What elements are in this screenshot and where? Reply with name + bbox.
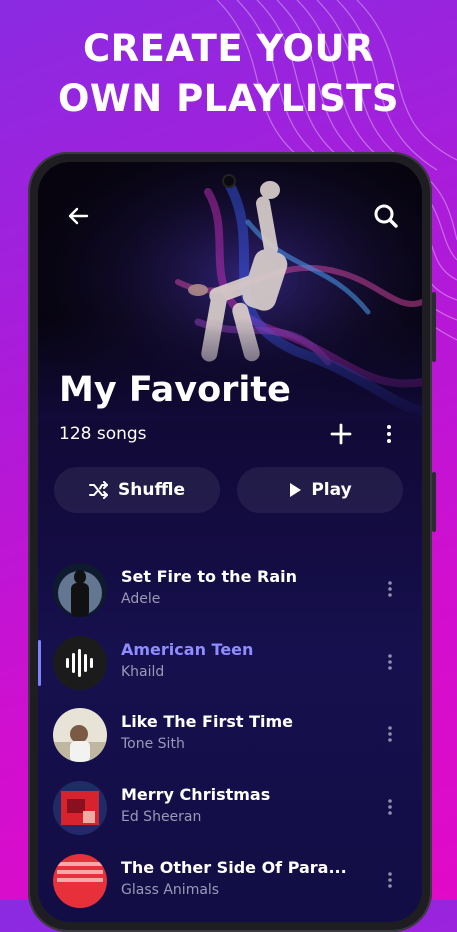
song-artist: Khaild — [121, 664, 165, 680]
playlist-title: My Favorite — [59, 370, 291, 410]
promo-headline: CREATE YOUR OWN PLAYLISTS — [0, 24, 457, 124]
song-more-button[interactable] — [380, 719, 400, 749]
search-button[interactable] — [370, 200, 402, 232]
arrow-left-icon — [68, 207, 89, 225]
phone-frame: My Favorite 128 songs Shuffle Play Set F… — [28, 152, 436, 932]
playlist-more-button[interactable] — [373, 418, 405, 450]
song-title: Set Fire to the Rain — [121, 567, 297, 586]
more-vertical-icon — [388, 799, 392, 815]
search-icon — [374, 204, 398, 228]
list-item[interactable]: Merry Christmas Ed Sheeran — [38, 777, 422, 839]
album-art — [53, 636, 107, 690]
play-label: Play — [311, 480, 352, 500]
list-item-now-playing[interactable]: American Teen Khaild — [38, 632, 422, 694]
list-item[interactable]: Set Fire to the Rain Adele — [38, 559, 422, 621]
promo-line-2: OWN PLAYLISTS — [57, 77, 400, 120]
song-artist: Adele — [121, 591, 161, 607]
shuffle-button[interactable]: Shuffle — [54, 467, 220, 513]
list-item[interactable]: The Other Side Of Para... Glass Animals — [38, 850, 422, 912]
song-more-button[interactable] — [380, 574, 400, 604]
more-vertical-icon — [388, 872, 392, 888]
song-title: The Other Side Of Para... — [121, 858, 347, 877]
song-more-button[interactable] — [380, 865, 400, 895]
song-more-button[interactable] — [380, 792, 400, 822]
play-button[interactable]: Play — [237, 467, 403, 513]
song-artist: Glass Animals — [121, 882, 220, 898]
shuffle-label: Shuffle — [118, 480, 185, 500]
more-vertical-icon — [388, 654, 392, 670]
song-artist: Tone Sith — [121, 736, 185, 752]
song-title: American Teen — [121, 640, 254, 659]
now-playing-indicator — [38, 640, 41, 686]
song-more-button[interactable] — [380, 647, 400, 677]
list-item[interactable]: Like The First Time Tone Sith — [38, 704, 422, 766]
app-screen: My Favorite 128 songs Shuffle Play Set F… — [38, 162, 422, 922]
front-camera — [222, 174, 236, 188]
song-title: Like The First Time — [121, 712, 294, 731]
album-art — [53, 563, 107, 617]
song-title: Merry Christmas — [121, 785, 271, 804]
power-button — [432, 292, 436, 362]
volume-button — [432, 472, 436, 532]
add-song-button[interactable] — [325, 418, 357, 450]
back-button[interactable] — [62, 200, 94, 232]
promo-line-1: CREATE YOUR — [82, 27, 375, 70]
play-icon — [290, 483, 302, 497]
album-art — [53, 708, 107, 762]
song-count: 128 songs — [59, 424, 147, 444]
plus-icon — [330, 423, 352, 445]
more-vertical-icon — [388, 581, 392, 597]
more-vertical-icon — [388, 726, 392, 742]
shuffle-icon — [89, 481, 109, 499]
song-artist: Ed Sheeran — [121, 809, 202, 825]
album-art — [53, 781, 107, 835]
more-vertical-icon — [387, 425, 391, 443]
